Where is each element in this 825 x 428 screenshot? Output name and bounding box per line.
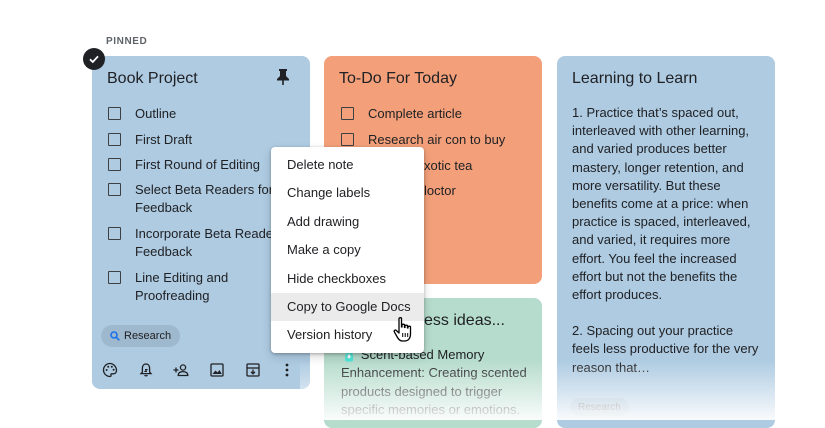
checklist-item-text: Select Beta Readers for Feedback — [135, 182, 274, 215]
menu-item-change-labels[interactable]: Change labels — [271, 179, 424, 207]
note-paragraph: 2. Spacing out your practice feels less … — [572, 323, 759, 375]
more-vert-icon[interactable] — [279, 362, 295, 378]
note-selected-check-icon[interactable] — [83, 48, 105, 70]
note-title: Book Project — [107, 70, 198, 87]
label-chip[interactable]: Research — [101, 325, 181, 347]
pinned-section-label: PINNED — [106, 36, 148, 47]
reminder-bell-icon[interactable] — [138, 362, 154, 378]
checklist-item-text: Incorporate Beta Readers Feedback — [135, 226, 284, 259]
note-title: Learning to Learn — [572, 70, 698, 87]
checkbox[interactable] — [341, 107, 354, 120]
menu-item-add-drawing[interactable]: Add drawing — [271, 208, 424, 236]
palette-icon[interactable] — [102, 362, 118, 378]
checkbox[interactable] — [108, 107, 121, 120]
menu-item-make-copy[interactable]: Make a copy — [271, 236, 424, 264]
checklist-item-text: Complete article — [368, 106, 462, 121]
label-chip-text: Research — [124, 330, 172, 342]
note-body-text: 🧴 Scent-based Memory Enhancement: Creati… — [341, 347, 527, 418]
add-collaborator-icon[interactable] — [173, 362, 191, 378]
checklist-item[interactable]: First Draft — [108, 131, 192, 149]
search-icon — [110, 331, 120, 341]
menu-item-delete-note[interactable]: Delete note — [271, 151, 424, 179]
checklist-item[interactable]: Incorporate Beta Readers Feedback — [108, 225, 284, 261]
image-icon[interactable] — [209, 362, 225, 378]
note-paragraph: 1. Practice that’s spaced out, interleav… — [572, 105, 751, 303]
checklist-item[interactable]: Complete article — [341, 105, 462, 123]
checklist-item-text: First Draft — [135, 132, 193, 147]
checkbox[interactable] — [108, 133, 121, 146]
label-chip-text: Research — [578, 401, 621, 413]
checklist-item[interactable]: Line Editing and Proofreading — [108, 269, 228, 305]
checklist-item-text: First Round of Editing — [135, 157, 261, 172]
archive-icon[interactable] — [245, 362, 261, 378]
hand-pointer-cursor-icon — [393, 317, 412, 342]
checkbox[interactable] — [341, 133, 354, 146]
checklist-item[interactable]: Outline — [108, 105, 176, 123]
checklist-item[interactable]: First Round of Editing — [108, 156, 260, 174]
label-chip[interactable]: Research — [570, 398, 629, 416]
note-title: ess ideas... — [424, 312, 505, 329]
checklist-item-text: loctor — [424, 183, 456, 198]
checklist-item-text: Outline — [135, 106, 177, 121]
checkbox[interactable] — [108, 271, 121, 284]
pin-icon[interactable] — [276, 68, 290, 86]
checklist-item[interactable]: Select Beta Readers for Feedback — [108, 181, 273, 217]
checkbox[interactable] — [108, 183, 121, 196]
checklist-item-text: xotic tea — [424, 158, 473, 173]
checkbox[interactable] — [108, 158, 121, 171]
menu-item-hide-checkboxes[interactable]: Hide checkboxes — [271, 265, 424, 293]
note-title: To-Do For Today — [339, 70, 457, 87]
checkbox[interactable] — [108, 227, 121, 240]
note-body-text: 1. Practice that’s spaced out, interleav… — [572, 104, 762, 395]
checklist-item-text: Line Editing and Proofreading — [135, 270, 229, 303]
